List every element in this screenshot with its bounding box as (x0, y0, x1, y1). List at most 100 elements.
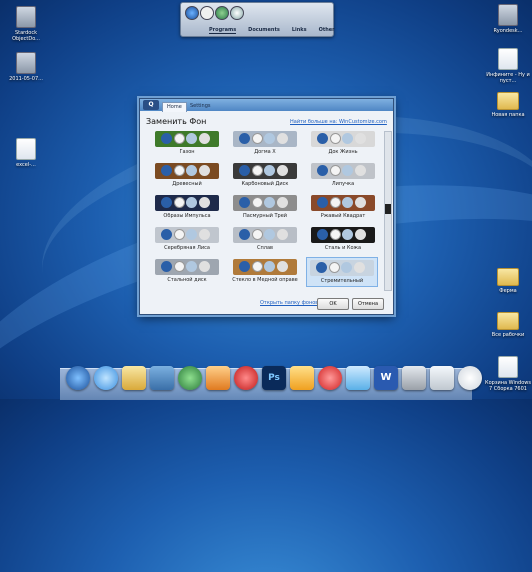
desktop-icon-label: Ферма (499, 288, 517, 294)
background-preview (233, 195, 297, 211)
desktop-icon[interactable]: Ryondesk... (484, 4, 532, 34)
background-label: Серебряная Лиса (164, 245, 210, 251)
desktop-icon-label: Все рабочки (491, 332, 525, 338)
background-option[interactable]: Сталь и Кожа (308, 227, 378, 255)
background-option[interactable]: Догма Х (230, 131, 300, 159)
background-option-selected[interactable]: Стремительный (306, 257, 378, 287)
dialog-titlebar: Q Home Settings (140, 99, 393, 112)
shortcut-icon (498, 4, 518, 26)
desktop-icon-label: 2011-05-07... (9, 76, 43, 82)
background-label: Карбоновый Диск (241, 181, 289, 187)
desktop-icon-label: Новая папка (491, 112, 525, 118)
background-label: Липучка (331, 181, 355, 187)
tab-home[interactable]: Home (162, 102, 187, 112)
folder-icon (497, 268, 519, 286)
background-option[interactable]: Сплав (230, 227, 300, 255)
vlc-icon[interactable] (290, 366, 314, 390)
start-orb-icon[interactable] (185, 6, 199, 20)
background-option[interactable]: Газон (152, 131, 222, 159)
media-player-icon[interactable] (206, 366, 230, 390)
desktop-icon[interactable]: 2011-05-07... (2, 52, 50, 82)
background-preview (155, 131, 219, 147)
desktop-icon-label: Stardock ObjectDo... (12, 30, 40, 42)
tools-icon[interactable] (402, 366, 426, 390)
opera-icon-2[interactable] (318, 366, 342, 390)
app-logo-icon[interactable]: Q (143, 100, 159, 110)
dialog-heading: Заменить Фон (146, 117, 207, 126)
desktop-icon[interactable]: Корзина Windows 7 Сборка 7601 (484, 356, 532, 392)
shortcut-icon (16, 6, 36, 28)
document-stack-icon[interactable] (200, 6, 214, 20)
background-option[interactable]: Древесный (152, 163, 222, 191)
ok-button[interactable]: OK (317, 298, 349, 310)
photoshop-icon[interactable]: Ps (262, 366, 286, 390)
tab-other[interactable]: Other (319, 27, 335, 34)
background-preview (155, 227, 219, 243)
background-preview (155, 259, 219, 275)
document-icon (16, 138, 36, 160)
background-label: Стремительный (320, 278, 364, 284)
background-label: Сталь и Кожа (324, 245, 362, 251)
background-preview (311, 227, 375, 243)
settings-icon[interactable] (230, 6, 244, 20)
background-option[interactable]: Пасмурный Трей (230, 195, 300, 223)
background-preview (311, 163, 375, 179)
tab-settings[interactable]: Settings (186, 102, 215, 111)
windows-orb-icon[interactable] (66, 366, 90, 390)
folder-icon (497, 312, 519, 330)
document-icon (498, 48, 518, 70)
background-option[interactable]: Липучка (308, 163, 378, 191)
background-preview (155, 195, 219, 211)
desktop-icon[interactable]: Все рабочки (484, 312, 532, 338)
desktop-icon[interactable]: Ферма (484, 268, 532, 294)
background-option[interactable]: Карбоновый Диск (230, 163, 300, 191)
shortcut-icon (16, 52, 36, 74)
top-dock-tabs: Programs Documents Links Other (209, 27, 335, 34)
background-option[interactable]: Стекло в Медной оправе (230, 259, 300, 287)
background-option[interactable]: Образы Импульса (152, 195, 222, 223)
background-preview (233, 227, 297, 243)
globe-icon[interactable] (178, 366, 202, 390)
open-folder-link[interactable]: Открыть папку фонов (260, 300, 318, 306)
background-grid: Газон Догма Х Док Жизнь Древесный Карбон… (148, 131, 380, 289)
background-preview (311, 131, 375, 147)
scrollbar-thumb[interactable] (385, 204, 391, 214)
recycle-bin-icon (498, 356, 518, 378)
background-label: Газон (179, 149, 195, 155)
desktop-icon[interactable]: Stardock ObjectDo... (2, 6, 50, 42)
background-option[interactable]: Серебряная Лиса (152, 227, 222, 255)
background-option[interactable]: Ржавый Квадрат (308, 195, 378, 223)
tab-programs[interactable]: Programs (209, 27, 237, 34)
background-label: Образы Импульса (163, 213, 211, 219)
folder-icon[interactable] (122, 366, 146, 390)
weather-icon[interactable] (346, 366, 370, 390)
desktop-icon-label: Корзина Windows 7 Сборка 7601 (485, 380, 531, 392)
opera-icon[interactable] (234, 366, 258, 390)
word-icon[interactable]: W (374, 366, 398, 390)
desktop-icon-label: Инфините - Ну и пуст... (486, 72, 530, 84)
recycle-bin-icon[interactable] (430, 366, 454, 390)
network-icon[interactable] (150, 366, 174, 390)
cancel-button[interactable]: Отмена (352, 298, 384, 310)
tab-documents[interactable]: Documents (248, 27, 280, 34)
background-option[interactable]: Док Жизнь (308, 131, 378, 159)
desktop-icon[interactable]: Инфините - Ну и пуст... (484, 48, 532, 84)
find-more-link[interactable]: Найти больше на: WinCustomize.com (290, 119, 387, 125)
clock-icon[interactable] (458, 366, 482, 390)
desktop-icon[interactable]: Новая папка (484, 92, 532, 118)
change-background-dialog: Q Home Settings Заменить Фон Найти больш… (139, 98, 394, 315)
background-preview (233, 259, 297, 275)
background-label: Док Жизнь (328, 149, 358, 155)
background-label: Стальной диск (167, 277, 207, 283)
globe-icon[interactable] (215, 6, 229, 20)
background-preview (155, 163, 219, 179)
background-preview (310, 260, 374, 276)
background-option[interactable]: Стальной диск (152, 259, 222, 287)
internet-explorer-icon[interactable] (94, 366, 118, 390)
desktop-icon[interactable]: excel-... (2, 138, 50, 168)
background-label: Сплав (257, 245, 273, 251)
background-preview (233, 131, 297, 147)
tab-links[interactable]: Links (292, 27, 307, 34)
desktop-icon-label: excel-... (16, 162, 36, 168)
grid-scrollbar[interactable] (384, 131, 392, 291)
